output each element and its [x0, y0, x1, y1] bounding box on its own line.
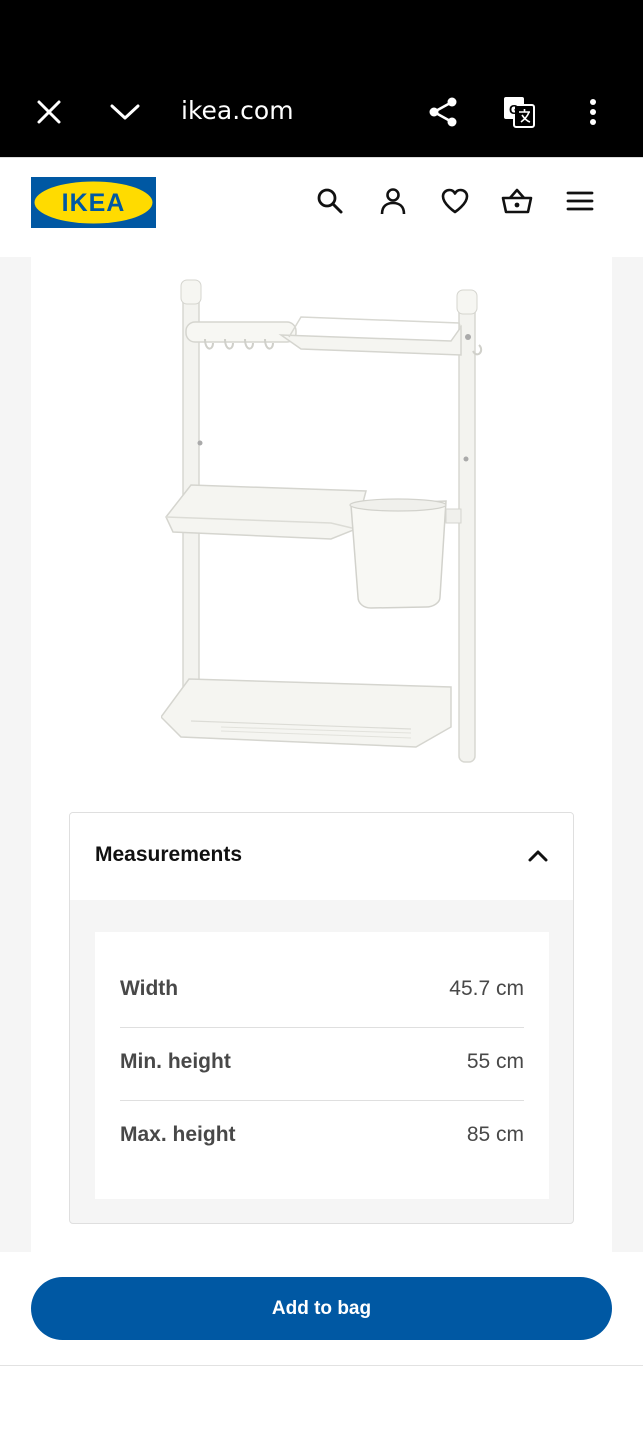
browser-address-row: ikea.com G: [0, 82, 643, 144]
close-icon[interactable]: [31, 94, 67, 130]
measurement-label: Max. height: [120, 1123, 236, 1146]
measurements-accordion: Measurements Width 45.7 cm Min. height 5…: [69, 812, 574, 1224]
product-image[interactable]: [160, 277, 501, 777]
svg-text:G: G: [509, 102, 519, 117]
measurements-title: Measurements: [95, 843, 243, 866]
menu-icon[interactable]: [563, 184, 597, 218]
address-bar-url[interactable]: ikea.com: [181, 96, 294, 125]
measurement-value: 45.7 cm: [449, 977, 524, 1000]
add-to-bag-button[interactable]: Add to bag: [31, 1277, 612, 1340]
search-icon[interactable]: [313, 184, 347, 218]
browser-toolbar: ikea.com G: [0, 0, 643, 157]
measurement-label: Min. height: [120, 1050, 231, 1073]
share-icon[interactable]: [425, 94, 461, 130]
translate-icon[interactable]: G: [501, 94, 537, 130]
product-panel: Measurements Width 45.7 cm Min. height 5…: [31, 257, 612, 1252]
measurement-label: Width: [120, 977, 179, 1000]
more-vert-icon[interactable]: [575, 94, 611, 130]
account-icon[interactable]: [376, 184, 410, 218]
chevron-up-icon[interactable]: [525, 843, 551, 869]
basket-icon[interactable]: [500, 184, 534, 218]
chevron-down-icon[interactable]: [107, 94, 143, 130]
ikea-logo-text: IKEA: [62, 189, 126, 217]
heart-icon[interactable]: [438, 184, 472, 218]
measurement-row-width: Width 45.7 cm: [120, 955, 524, 1028]
bottom-action-bar: Add to bag: [0, 1252, 643, 1366]
ikea-logo[interactable]: IKEA: [31, 177, 156, 228]
measurement-row-max-height: Max. height 85 cm: [120, 1101, 524, 1174]
measurement-row-min-height: Min. height 55 cm: [120, 1028, 524, 1101]
site-header: IKEA: [0, 157, 643, 257]
measurements-table: Width 45.7 cm Min. height 55 cm Max. hei…: [95, 932, 549, 1199]
measurement-value: 85 cm: [466, 1123, 524, 1146]
measurement-value: 55 cm: [466, 1050, 524, 1073]
measurements-header[interactable]: Measurements: [70, 813, 573, 900]
